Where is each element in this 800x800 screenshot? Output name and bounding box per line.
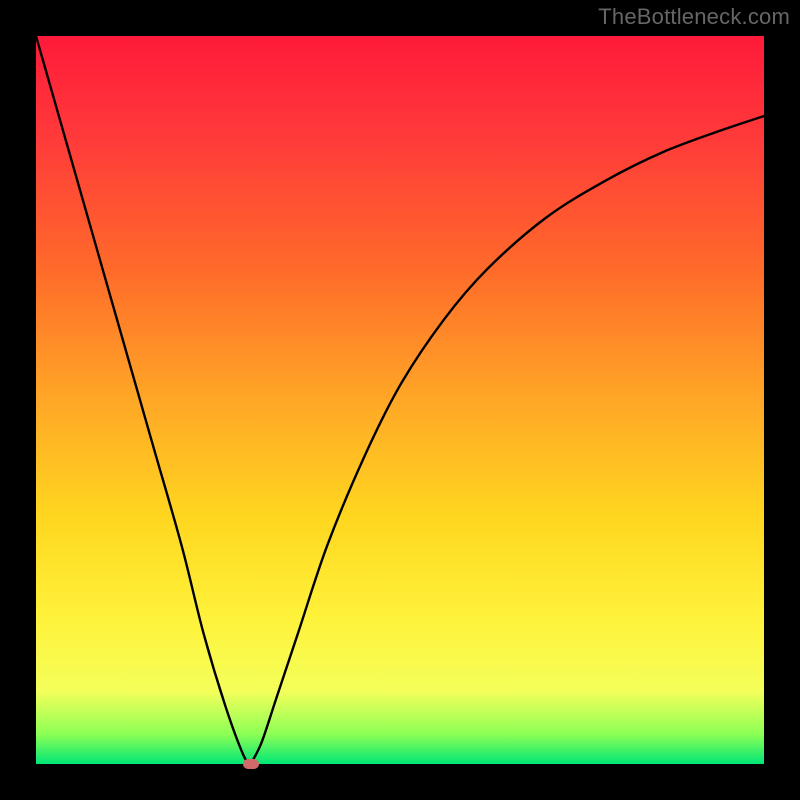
- watermark-text: TheBottleneck.com: [598, 4, 790, 30]
- plot-area: [36, 36, 764, 764]
- optimum-marker: [243, 759, 259, 769]
- curve-right: [251, 116, 764, 764]
- bottleneck-curve: [36, 36, 764, 764]
- chart-frame: TheBottleneck.com: [0, 0, 800, 800]
- curve-left: [36, 36, 251, 764]
